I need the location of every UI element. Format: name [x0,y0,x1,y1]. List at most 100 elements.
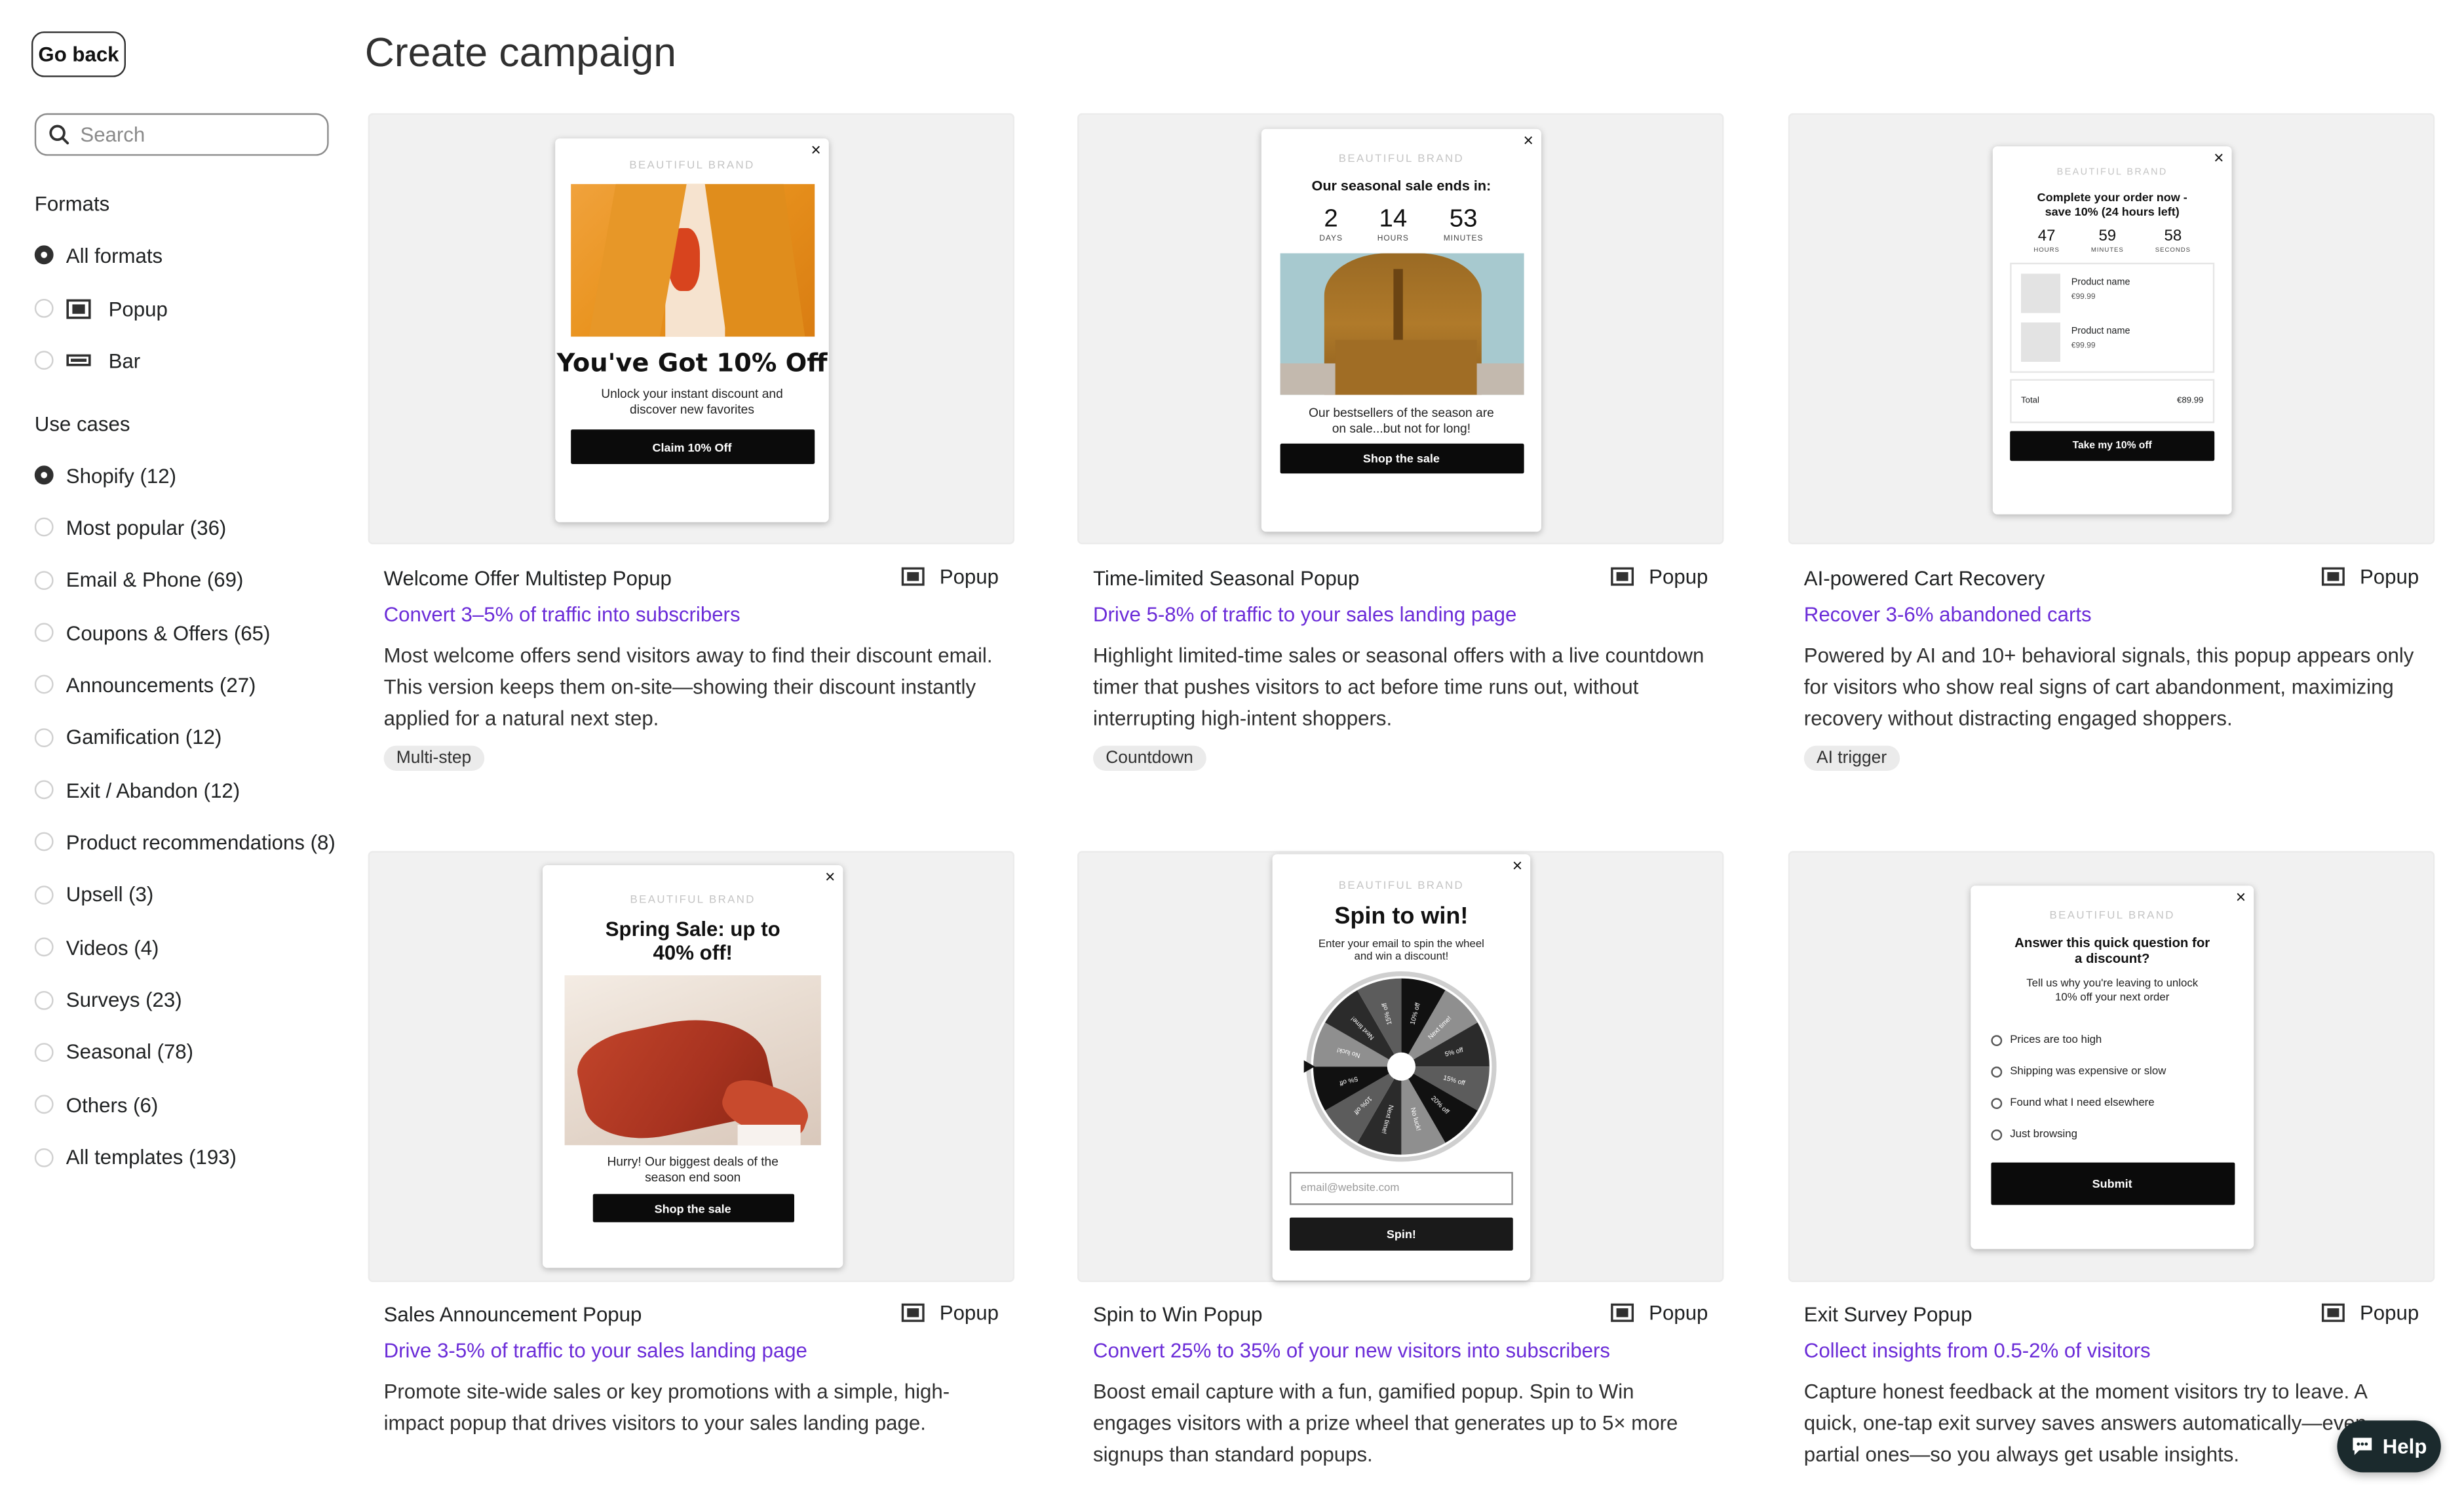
radio-icon[interactable] [34,885,54,905]
radio-icon [1991,1129,2003,1140]
format-option-popup[interactable]: Popup [34,294,168,322]
template-card[interactable]: × BEAUTIFUL BRAND Spin to win! Enter you… [1077,851,1724,1499]
popup-cta-button: Take my 10% off [2010,431,2215,461]
use-case-label: Shopify (12) [66,463,177,487]
cart-total: Total €89.99 [2010,379,2215,423]
popup-body: Enter your email to spin the wheel and w… [1318,939,1484,963]
popup-format-icon [902,567,925,586]
go-back-button[interactable]: Go back [31,31,126,77]
card-format-label: Popup [2359,1300,2419,1325]
card-title: AI-powered Cart Recovery [1803,566,2045,591]
card-format-label: Popup [1649,1300,1708,1325]
use-case-option[interactable]: Coupons & Offers (65) [34,618,270,646]
product-thumbnail [2021,273,2061,313]
radio-selected-icon[interactable] [34,465,54,485]
search-input[interactable] [77,121,304,148]
radio-icon[interactable] [34,1095,54,1114]
popup-cta-button: Shop the sale [592,1194,794,1222]
page-title: Create campaign [364,28,676,76]
card-tag: Multi-step [383,745,484,771]
submit-button: Submit [1990,1162,2235,1205]
card-subtitle: Drive 5-8% of traffic to your sales land… [1093,602,1517,627]
use-case-label: Gamification (12) [66,726,222,749]
use-case-option[interactable]: Exit / Abandon (12) [34,775,240,804]
radio-icon[interactable] [34,570,54,590]
use-case-option[interactable]: Shopify (12) [34,461,177,489]
card-tag: Countdown [1093,745,1206,771]
use-case-label: Email & Phone (69) [66,568,244,592]
template-preview[interactable]: × BEAUTIFUL BRAND Answer this quick ques… [1788,851,2435,1283]
popup-headline: Spring Sale: up to 40% off! [605,917,780,965]
card-format-label: Popup [939,564,999,589]
template-preview[interactable]: × BEAUTIFUL BRAND Complete your order no… [1788,113,2435,545]
radio-icon[interactable] [34,1042,54,1062]
search-icon [49,125,69,145]
popup-mockup: × BEAUTIFUL BRAND Our seasonal sale ends… [1261,128,1541,532]
radio-selected-icon[interactable] [34,245,54,265]
format-option-all[interactable]: All formats [34,241,163,269]
survey-option: Shipping was expensive or slow [1991,1055,2254,1087]
template-card[interactable]: × BEAUTIFUL BRAND Spring Sale: up to 40%… [368,851,1015,1499]
radio-icon[interactable] [34,780,54,800]
radio-icon[interactable] [34,351,54,370]
radio-icon[interactable] [34,728,54,747]
template-preview[interactable]: × BEAUTIFUL BRAND Our seasonal sale ends… [1077,113,1724,545]
card-format: Popup [902,565,999,589]
use-case-option[interactable]: All templates (193) [34,1143,237,1171]
use-case-option[interactable]: Product recommendations (8) [34,828,336,856]
card-format-label: Popup [2359,564,2419,589]
template-preview[interactable]: × BEAUTIFUL BRAND You've Got 10% Off Unl… [368,113,1015,545]
product-image [570,184,814,337]
use-case-option[interactable]: Email & Phone (69) [34,566,244,594]
use-case-option[interactable]: Seasonal (78) [34,1038,194,1066]
close-icon: × [811,142,821,161]
card-subtitle: Drive 3-5% of traffic to your sales land… [383,1338,807,1363]
use-case-option[interactable]: Announcements (27) [34,671,256,699]
use-case-option[interactable]: Most popular (36) [34,513,227,541]
brand-name: BEAUTIFUL BRAND [629,160,755,172]
popup-format-icon [1611,1303,1635,1322]
template-card[interactable]: × BEAUTIFUL BRAND You've Got 10% Off Unl… [368,113,1015,787]
use-case-option[interactable]: Videos (4) [34,933,159,962]
popup-mockup: × BEAUTIFUL BRAND Spring Sale: up to 40%… [543,865,843,1268]
use-case-label: Videos (4) [66,935,159,960]
card-subtitle: Convert 25% to 35% of your new visitors … [1093,1338,1611,1363]
card-format: Popup [2322,565,2419,589]
use-case-option[interactable]: Gamification (12) [34,723,222,751]
popup-mockup: × BEAUTIFUL BRAND Answer this quick ques… [1971,886,2254,1249]
popup-headline: Our seasonal sale ends in: [1311,178,1492,194]
search-field[interactable] [34,113,329,156]
radio-icon[interactable] [34,1147,54,1167]
use-case-option[interactable]: Others (6) [34,1091,158,1119]
radio-icon[interactable] [34,675,54,695]
card-description: Promote site-wide sales or key promotion… [383,1379,950,1435]
use-case-option[interactable]: Surveys (23) [34,986,182,1014]
popup-format-icon [902,1303,925,1322]
card-format: Popup [1611,1301,1708,1325]
use-case-label: Seasonal (78) [66,1040,194,1064]
template-card[interactable]: × BEAUTIFUL BRAND Complete your order no… [1788,113,2435,787]
template-card[interactable]: × BEAUTIFUL BRAND Answer this quick ques… [1788,851,2435,1499]
radio-icon[interactable] [34,299,54,318]
card-title: Sales Announcement Popup [383,1302,642,1327]
radio-icon[interactable] [34,832,54,852]
template-preview[interactable]: × BEAUTIFUL BRAND Spring Sale: up to 40%… [368,851,1015,1283]
product-image [1279,253,1524,395]
radio-icon[interactable] [34,990,54,1009]
card-tag: AI trigger [1803,745,1900,771]
survey-option: Just browsing [1991,1118,2254,1150]
popup-headline: Spin to win! [1334,903,1469,930]
template-card[interactable]: × BEAUTIFUL BRAND Our seasonal sale ends… [1077,113,1724,787]
help-button[interactable]: Help [2337,1420,2441,1473]
popup-headline: Answer this quick question for a discoun… [2014,934,2210,966]
use-case-option[interactable]: Upsell (3) [34,881,153,909]
radio-icon[interactable] [34,518,54,537]
radio-icon[interactable] [34,937,54,957]
radio-icon[interactable] [34,623,54,642]
card-description: Powered by AI and 10+ behavioral signals… [1803,643,2414,730]
brand-name: BEAUTIFUL BRAND [2049,910,2175,922]
radio-icon [1991,1066,2003,1077]
card-title: Spin to Win Popup [1093,1302,1263,1327]
template-preview[interactable]: × BEAUTIFUL BRAND Spin to win! Enter you… [1077,851,1724,1283]
format-option-bar[interactable]: Bar [34,346,140,374]
